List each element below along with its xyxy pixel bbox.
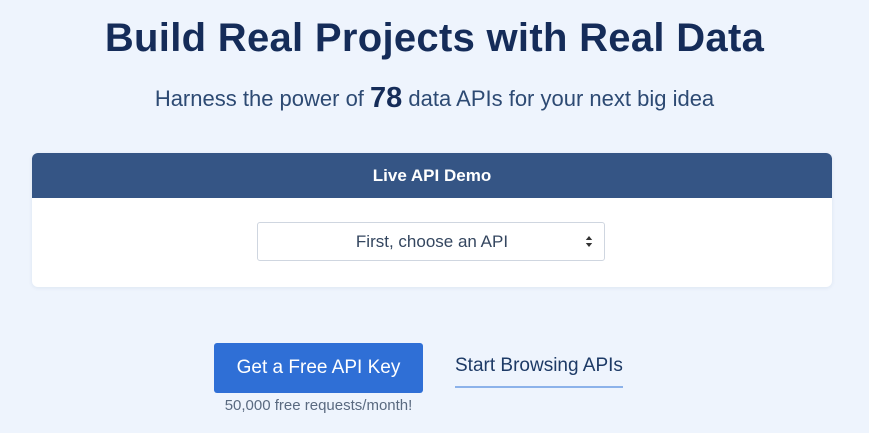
live-api-demo-card: Live API Demo First, choose an API [32,153,832,287]
api-select[interactable]: First, choose an API [257,222,605,261]
subtitle-prefix: Harness the power of [154,86,371,111]
get-free-api-key-button[interactable]: Get a Free API Key [214,343,423,393]
demo-card-header: Live API Demo [32,153,832,198]
start-browsing-apis-link[interactable]: Start Browsing APIs [455,352,623,388]
page-title: Build Real Projects with Real Data [104,16,765,60]
select-arrows-icon [585,236,593,247]
api-count: 78 [370,82,403,114]
api-select-value: First, choose an API [355,232,509,251]
subtitle-suffix: data APIs for your next big idea [402,86,715,111]
hero-subtitle: Harness the power of 78 data APIs for yo… [0,80,869,117]
free-requests-note: 50,000 free requests/month! [224,397,413,414]
